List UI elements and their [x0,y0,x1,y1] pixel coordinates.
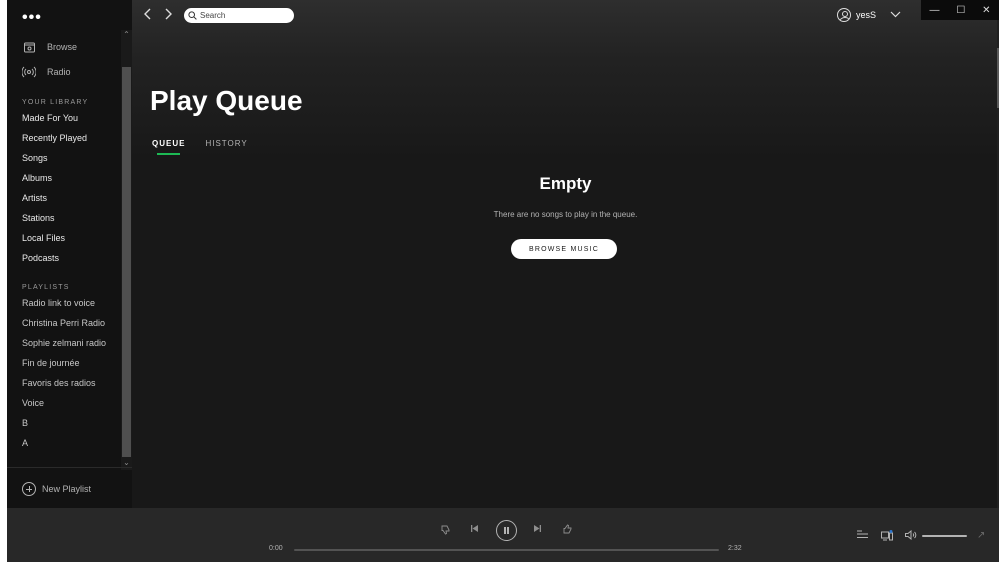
dislike-icon[interactable] [440,524,451,537]
playlist-item[interactable]: Voice [22,398,44,408]
new-playlist-label: New Playlist [42,484,92,494]
sidebar-item-label: Radio [47,67,71,77]
playlist-item[interactable]: B [22,418,28,428]
sidebar-item-artists[interactable]: Artists [22,193,47,203]
sidebar-item-radio[interactable]: Radio [22,65,71,79]
minimize-icon[interactable]: — [929,5,939,16]
playlist-item[interactable]: Sophie zelmani radio [22,338,106,348]
pause-button[interactable] [496,520,517,541]
app-menu-button[interactable]: ••• [22,9,42,27]
playlist-item[interactable]: A [22,438,28,448]
close-icon[interactable]: ✕ [982,5,990,16]
progress-bar[interactable] [294,549,719,551]
previous-track-icon[interactable] [470,524,479,535]
track-duration: 2:32 [728,545,742,552]
search-box[interactable] [184,8,294,23]
empty-state-message: There are no songs to play in the queue. [493,210,638,219]
chevron-down-icon[interactable] [890,9,901,21]
sidebar-item-stations[interactable]: Stations [22,213,55,223]
radio-icon [22,65,36,79]
user-avatar-icon [837,8,851,22]
window-controls: — ☐ ✕ [921,0,999,20]
playlist-item[interactable]: Christina Perri Radio [22,318,105,328]
plus-circle-icon [22,482,36,496]
user-menu[interactable]: yesS [837,8,901,22]
sidebar-item-label: Browse [47,42,78,52]
forward-arrow-icon[interactable] [164,7,172,23]
spotify-app: ••• Browse Radio YOUR LIBRARY Made For Y… [7,0,999,562]
player-bar: 0:00 2:32 ↗ [7,508,999,562]
username: yesS [856,10,877,20]
fullscreen-icon[interactable]: ↗ [977,530,985,541]
maximize-icon[interactable]: ☐ [956,5,965,16]
scroll-up-icon[interactable]: ⌃ [121,30,132,40]
empty-state-title: Empty [539,174,592,193]
search-input[interactable] [200,11,290,20]
library-section-title: YOUR LIBRARY [22,99,89,106]
next-track-icon[interactable] [533,524,542,535]
sidebar-item-local-files[interactable]: Local Files [22,233,65,243]
volume-slider[interactable] [922,535,967,537]
sidebar-item-songs[interactable]: Songs [22,153,48,163]
tab-queue[interactable]: QUEUE [152,139,185,155]
sidebar-item-browse[interactable]: Browse [22,40,77,54]
topbar: yesS [132,0,999,30]
queue-icon[interactable] [857,530,868,542]
sidebar-scroll-thumb[interactable] [122,67,131,457]
sidebar-scrollbar[interactable]: ⌃ ⌄ [121,30,132,470]
devices-icon[interactable] [881,530,893,544]
playlist-item[interactable]: Radio link to voice [22,298,95,308]
tab-history[interactable]: HISTORY [205,139,247,154]
elapsed-time: 0:00 [269,545,283,552]
playlists-section-title: PLAYLISTS [22,284,70,291]
playlist-item[interactable]: Favoris des radios [22,378,96,388]
volume-icon[interactable] [905,529,917,543]
sidebar-item-made-for-you[interactable]: Made For You [22,113,78,123]
sidebar-item-recently-played[interactable]: Recently Played [22,133,87,143]
main-view: yesS Play Queue QUEUE HISTORY Empty Ther… [132,0,999,508]
back-arrow-icon[interactable] [144,7,152,23]
sidebar-item-albums[interactable]: Albums [22,173,52,183]
search-icon [188,7,197,25]
tab-bar: QUEUE HISTORY [152,139,268,155]
browse-icon [22,40,36,54]
page-title: Play Queue [150,85,303,116]
playlist-item[interactable]: Fin de journée [22,358,80,368]
sidebar-divider [7,467,132,468]
sidebar: ••• Browse Radio YOUR LIBRARY Made For Y… [7,0,132,508]
new-playlist-button[interactable]: New Playlist [22,482,91,496]
like-icon[interactable] [562,524,573,537]
sidebar-item-podcasts[interactable]: Podcasts [22,253,59,263]
browse-music-button[interactable]: BROWSE MUSIC [511,239,617,259]
